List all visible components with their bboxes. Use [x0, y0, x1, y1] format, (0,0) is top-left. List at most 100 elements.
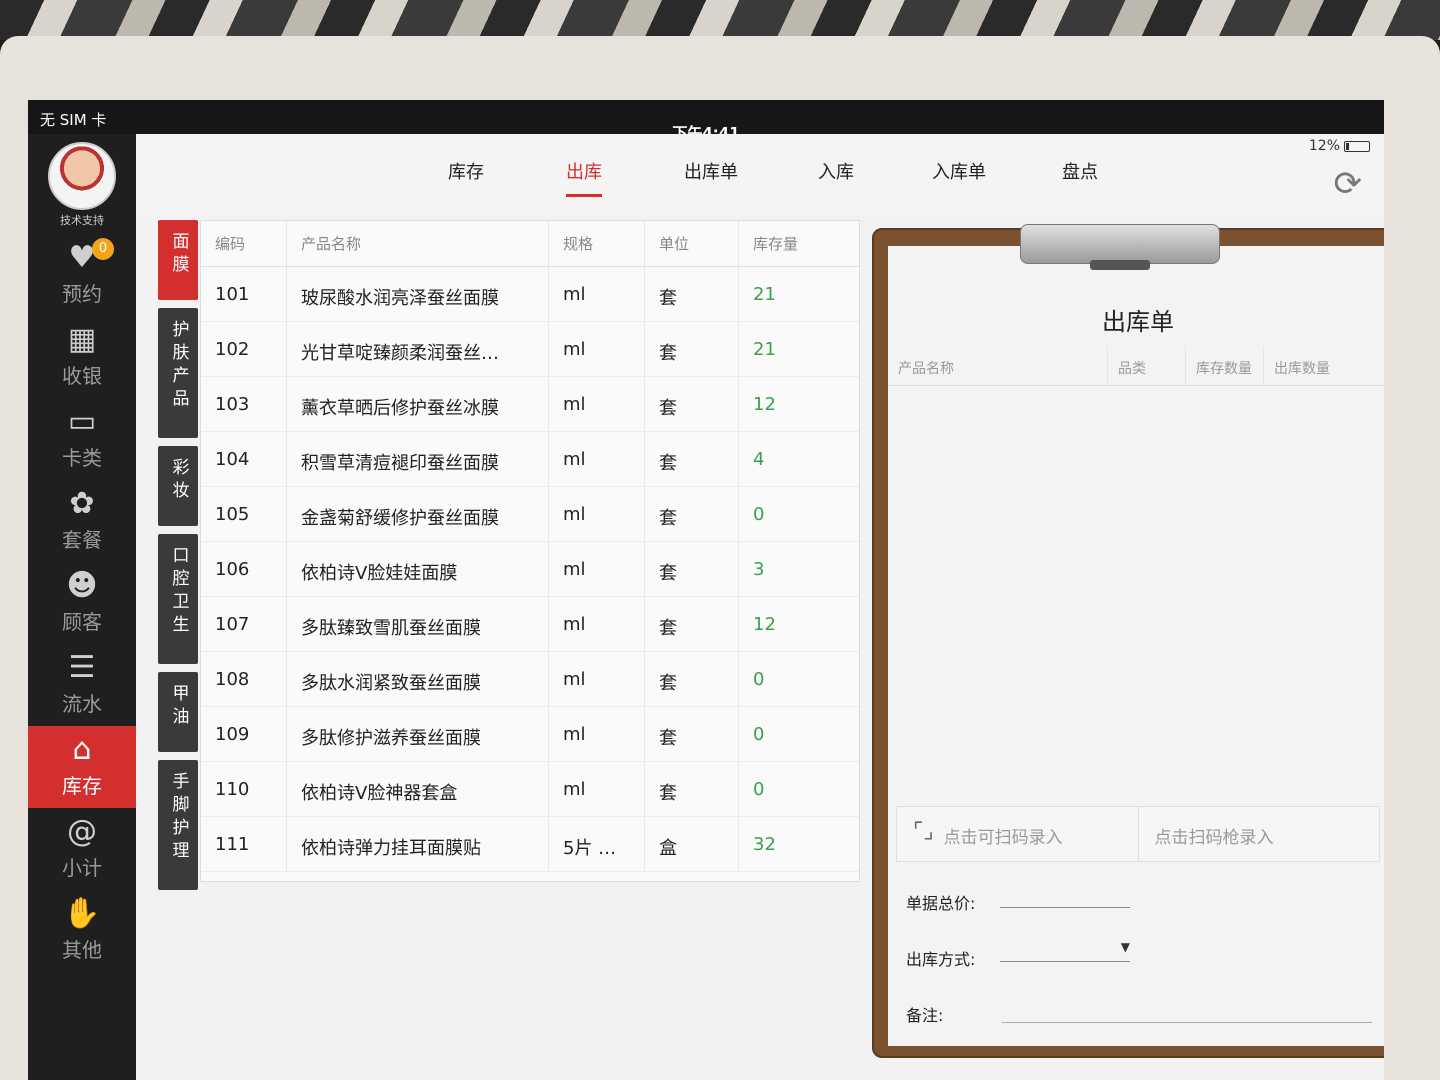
status-bar: 无 SIM 卡 下午4:41: [28, 100, 1384, 142]
table-cell: ml: [549, 432, 645, 486]
table-cell: ml: [549, 652, 645, 706]
sidebar-item-label: 流水: [62, 692, 102, 716]
chevron-down-icon: ▼: [1120, 940, 1130, 954]
table-cell: 套: [645, 487, 739, 541]
sidebar-item-1[interactable]: ▦ 收银: [28, 316, 136, 398]
sidebar-item-label: 库存: [62, 774, 102, 798]
table-cell: 0: [753, 669, 765, 690]
tab-0[interactable]: 库存: [448, 158, 484, 194]
table-cell: 多肽臻致雪肌蚕丝面膜: [287, 597, 549, 651]
list-icon: ☰: [68, 650, 96, 685]
table-cell: 0: [753, 504, 765, 525]
app-screen: 无 SIM 卡 下午4:41 技术支持 ♥ 预约 0 ▦ 收银 ▭ 卡类 ✿ 套餐 ☻ 顾客 ☰ 流水 ⌂…: [28, 100, 1384, 1080]
total-price-input[interactable]: [1000, 888, 1130, 908]
card-icon: ▭: [67, 404, 97, 439]
category-tab-3[interactable]: 口腔卫生: [158, 534, 198, 664]
table-cell: 21: [753, 284, 776, 305]
scan-camera-button[interactable]: ⌜⌟ 点击可扫码录入: [897, 807, 1139, 861]
tab-2[interactable]: 出库单: [684, 158, 738, 194]
sidebar-item-7[interactable]: @ 小计: [28, 808, 136, 890]
table-row[interactable]: 111 依柏诗弹力挂耳面膜贴 5片 … 盒 32: [201, 817, 859, 872]
table-cell: 多肽水润紧致蚕丝面膜: [287, 652, 549, 706]
sidebar-item-label: 预约: [62, 282, 102, 306]
table-row[interactable]: 102 光甘草啶臻颜柔润蚕丝… ml 套 21: [201, 322, 859, 377]
home-icon: ⌂: [72, 732, 92, 767]
category-tab-1[interactable]: 护肤产品: [158, 308, 198, 438]
table-row[interactable]: 110 依柏诗V脸神器套盒 ml 套 0: [201, 762, 859, 817]
total-price-row: 单据总价:: [906, 890, 975, 914]
table-row[interactable]: 109 多肽修护滋养蚕丝面膜 ml 套 0: [201, 707, 859, 762]
appointment-count-badge: 0: [92, 238, 114, 260]
table-row[interactable]: 107 多肽臻致雪肌蚕丝面膜 ml 套 12: [201, 597, 859, 652]
table-cell: 套: [645, 762, 739, 816]
column-header: 库存量: [753, 235, 799, 253]
total-price-label: 单据总价:: [906, 894, 976, 913]
note-label: 备注:: [906, 1006, 944, 1025]
sidebar-item-4[interactable]: ☻ 顾客: [28, 562, 136, 644]
sheet-title: 出库单: [1102, 308, 1174, 336]
sidebar-item-label: 卡类: [62, 446, 102, 470]
table-row[interactable]: 104 积雪草清痘褪印蚕丝面膜 ml 套 4: [201, 432, 859, 487]
sidebar-item-6[interactable]: ⌂ 库存: [28, 726, 136, 808]
table-cell: ml: [549, 762, 645, 816]
category-tab-5[interactable]: 手脚护理: [158, 760, 198, 890]
hand-icon: ✋: [63, 896, 101, 931]
tab-1[interactable]: 出库: [566, 158, 602, 197]
table-cell: 103: [201, 377, 287, 431]
category-tab-0[interactable]: 面膜: [158, 220, 198, 300]
sidebar-item-2[interactable]: ▭ 卡类: [28, 398, 136, 480]
outbound-sheet: 出库单 产品名称 品类 库存数量 出库数量 ⌜⌟ 点击可扫码录入 点击扫码枪录入 单据…: [888, 246, 1384, 1046]
sidebar-item-label: 顾客: [62, 610, 102, 634]
battery-indicator: 12%: [1309, 138, 1370, 154]
sidebar-item-8[interactable]: ✋ 其他: [28, 890, 136, 972]
table-row[interactable]: 105 金盏菊舒缓修护蚕丝面膜 ml 套 0: [201, 487, 859, 542]
sidebar-item-0[interactable]: ♥ 预约 0: [28, 234, 136, 316]
outbound-method-select[interactable]: ▼: [1000, 940, 1130, 962]
product-table: 编码 产品名称 规格 单位 库存量 101 玻尿酸水润亮泽蚕丝面膜 ml 套 21 102 光甘草啶…: [200, 220, 860, 882]
table-cell: 光甘草啶臻颜柔润蚕丝…: [287, 322, 549, 376]
table-cell: 套: [645, 322, 739, 376]
sidebar-item-label: 其他: [62, 938, 102, 962]
table-row[interactable]: 101 玻尿酸水润亮泽蚕丝面膜 ml 套 21: [201, 267, 859, 322]
tab-5[interactable]: 盘点: [1062, 158, 1098, 194]
tab-4[interactable]: 入库单: [932, 158, 986, 194]
refresh-icon[interactable]: ⟳: [1334, 164, 1363, 204]
table-cell: 106: [201, 542, 287, 596]
outbound-method-row: 出库方式:: [906, 946, 975, 970]
category-tab-2[interactable]: 彩妆: [158, 446, 198, 526]
outbound-clipboard: 出库单 产品名称 品类 库存数量 出库数量 ⌜⌟ 点击可扫码录入 点击扫码枪录入 单据…: [872, 224, 1384, 1058]
outbound-method-label: 出库方式:: [906, 950, 976, 969]
table-cell: 4: [753, 449, 765, 470]
battery-percent: 12%: [1308, 138, 1340, 154]
support-avatar[interactable]: [48, 142, 116, 210]
table-row[interactable]: 106 依柏诗V脸娃娃面膜 ml 套 3: [201, 542, 859, 597]
scan-gun-button[interactable]: 点击扫码枪录入: [1139, 807, 1380, 861]
table-cell: ml: [549, 707, 645, 761]
category-tab-4[interactable]: 甲油: [158, 672, 198, 752]
sidebar-item-5[interactable]: ☰ 流水: [28, 644, 136, 726]
note-row: 备注:: [906, 1002, 943, 1026]
table-row[interactable]: 103 薰衣草晒后修护蚕丝冰膜 ml 套 12: [201, 377, 859, 432]
table-cell: ml: [549, 322, 645, 376]
table-cell: 3: [753, 559, 765, 580]
table-cell: 104: [201, 432, 287, 486]
note-input[interactable]: [1002, 1022, 1372, 1023]
scan-frame-icon: ⌜⌟: [913, 819, 934, 844]
table-cell: 盒: [645, 817, 739, 871]
sheet-column-header: 产品名称: [888, 346, 1108, 385]
table-cell: 105: [201, 487, 287, 541]
table-cell: 12: [753, 394, 776, 415]
column-header: 规格: [549, 221, 645, 266]
table-cell: 套: [645, 597, 739, 651]
table-cell: 多肽修护滋养蚕丝面膜: [287, 707, 549, 761]
tab-3[interactable]: 入库: [818, 158, 854, 194]
table-row[interactable]: 108 多肽水润紧致蚕丝面膜 ml 套 0: [201, 652, 859, 707]
table-cell: 111: [201, 817, 287, 871]
table-cell: 109: [201, 707, 287, 761]
sidebar-item-3[interactable]: ✿ 套餐: [28, 480, 136, 562]
sidebar-item-label: 小计: [62, 856, 102, 880]
table-cell: 套: [645, 267, 739, 321]
table-cell: 12: [753, 614, 776, 635]
column-header: 单位: [645, 221, 739, 266]
table-cell: 依柏诗V脸神器套盒: [287, 762, 549, 816]
